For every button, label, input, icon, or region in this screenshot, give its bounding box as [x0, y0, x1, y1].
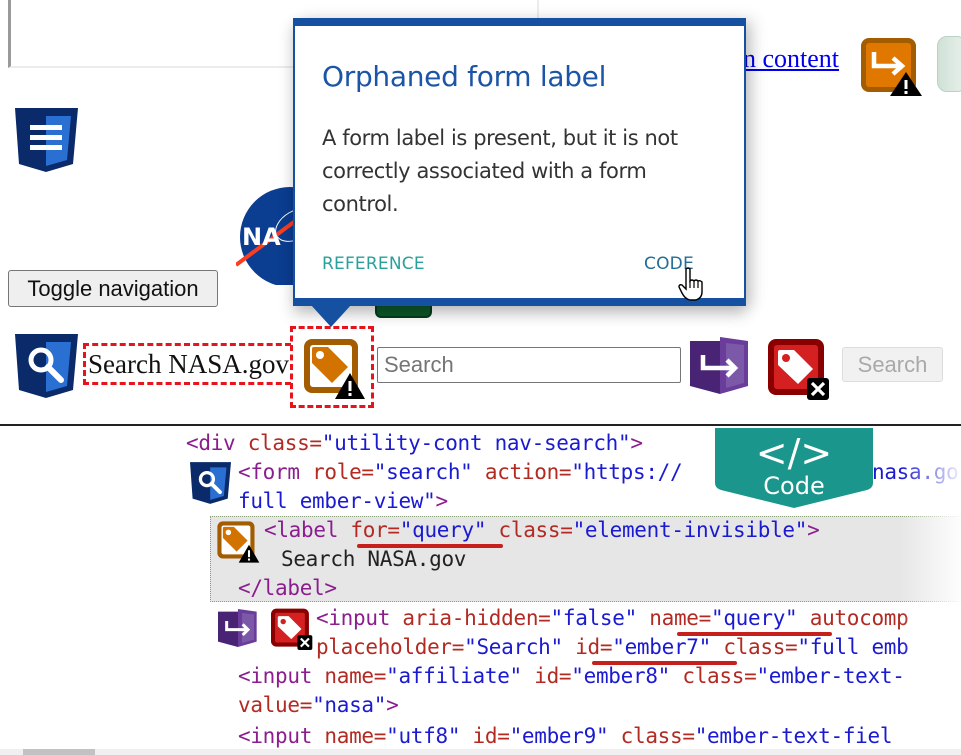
code-badge-symbol: </> — [756, 431, 832, 475]
orange-arrow-warning-icon[interactable] — [860, 36, 924, 98]
code-line: </label> — [238, 576, 337, 600]
code-line: <div class="utility-cont nav-search"> — [186, 431, 643, 455]
issue-tooltip: Orphaned form label A form label is pres… — [293, 18, 746, 306]
reference-link[interactable]: REFERENCE — [322, 254, 425, 274]
toggle-navigation-button[interactable]: Toggle navigation — [8, 270, 218, 307]
code-line: <input name="utf8" id="ember9" class="em… — [238, 724, 893, 748]
orphaned-label-warning-icon[interactable] — [302, 337, 366, 401]
code-line: <label for="query" class="element-invisi… — [264, 518, 820, 542]
code-line: value="nasa"> — [238, 693, 399, 717]
tooltip-title: Orphaned form label — [322, 60, 607, 93]
search-submit-button[interactable]: Search — [842, 347, 943, 382]
code-line: full ember-view"> — [238, 489, 448, 513]
code-line-fragment: nasa.go — [872, 460, 959, 484]
page-header-box — [8, 0, 300, 68]
faded-structure-icon — [937, 36, 961, 92]
tooltip-pointer — [311, 305, 351, 327]
purple-arrow-icon-small[interactable] — [218, 609, 258, 647]
css-hamburger-icon[interactable] — [15, 108, 78, 172]
code-panel-divider — [0, 424, 961, 426]
header-divider — [537, 0, 539, 18]
tooltip-description: A form label is present, but it is not c… — [322, 126, 678, 216]
code-line: Search NASA.gov — [281, 547, 467, 571]
tag-error-icon[interactable] — [767, 338, 831, 400]
code-line: <input aria-hidden="false" name="query" … — [316, 606, 909, 630]
search-landmark-icon-small[interactable] — [190, 462, 231, 504]
purple-arrow-icon[interactable] — [690, 337, 750, 394]
code-badge[interactable]: </> Code — [715, 428, 873, 508]
horizontal-scrollbar[interactable] — [0, 749, 961, 755]
skip-to-main-content-link[interactable]: n content — [743, 44, 839, 74]
code-line: <form role="search" action="https:// — [238, 460, 683, 484]
svg-text:NA: NA — [242, 223, 281, 251]
search-label-text: Search NASA.gov — [88, 348, 289, 379]
orphaned-label-highlight: Search NASA.gov — [83, 343, 291, 385]
hand-cursor-icon — [678, 267, 703, 301]
horizontal-scrollbar-thumb[interactable] — [23, 749, 95, 755]
search-input[interactable] — [377, 347, 681, 383]
code-line: placeholder="Search" id="ember7" class="… — [316, 635, 909, 659]
code-line: <input name="affiliate" id="ember8" clas… — [238, 664, 905, 688]
search-landmark-icon[interactable] — [15, 334, 78, 398]
orphaned-label-warning-icon-small[interactable] — [216, 520, 260, 564]
code-badge-label: Code — [763, 472, 824, 500]
tag-error-icon-small[interactable] — [270, 608, 314, 650]
